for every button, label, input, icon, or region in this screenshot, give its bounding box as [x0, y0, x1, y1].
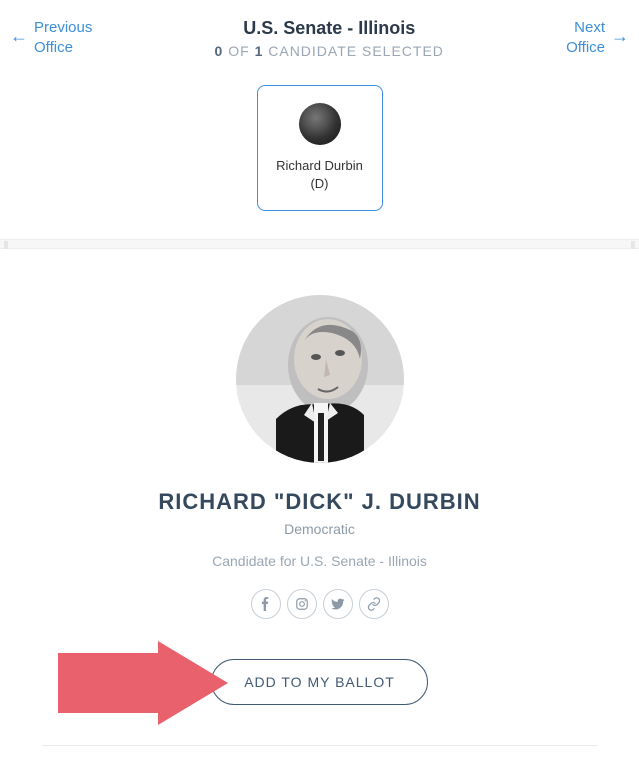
horizontal-scroll-bar[interactable]: [0, 239, 639, 249]
link-icon[interactable]: [359, 589, 389, 619]
profile-role: Candidate for U.S. Senate - Illinois: [20, 553, 619, 569]
previous-office-label: Previous Office: [34, 18, 92, 59]
annotation-arrow-icon: [58, 641, 228, 725]
candidate-card[interactable]: Richard Durbin (D): [257, 85, 383, 211]
selected-label: CANDIDATE SELECTED: [268, 43, 444, 59]
ballot-button-row: ADD TO MY BALLOT: [20, 659, 619, 705]
arrow-right-icon: →: [611, 18, 629, 48]
total-count: 1: [255, 43, 264, 59]
twitter-icon[interactable]: [323, 589, 353, 619]
profile-avatar: [236, 295, 404, 463]
candidate-card-row: Richard Durbin (D): [0, 75, 639, 239]
office-title: U.S. Senate - Illinois: [92, 18, 566, 39]
avatar-image-icon: [236, 295, 404, 463]
profile-party: Democratic: [20, 521, 619, 537]
selected-count: 0: [215, 43, 224, 59]
instagram-icon[interactable]: [287, 589, 317, 619]
candidate-card-avatar: [299, 103, 341, 145]
next-office-label: Next Office: [566, 18, 605, 59]
add-to-ballot-button[interactable]: ADD TO MY BALLOT: [211, 659, 428, 705]
profile-section: RICHARD "DICK" J. DURBIN Democratic Cand…: [0, 249, 639, 776]
office-header: ← Previous Office U.S. Senate - Illinois…: [0, 0, 639, 75]
candidate-card-name: Richard Durbin (D): [268, 157, 372, 192]
previous-office-link[interactable]: ← Previous Office: [10, 18, 92, 59]
arrow-left-icon: ←: [10, 18, 28, 48]
header-center: U.S. Senate - Illinois 0 OF 1 CANDIDATE …: [92, 18, 566, 59]
profile-name: RICHARD "DICK" J. DURBIN: [20, 489, 619, 515]
of-label: OF: [228, 43, 249, 59]
section-divider: [42, 745, 597, 746]
facebook-icon[interactable]: [251, 589, 281, 619]
selection-status: 0 OF 1 CANDIDATE SELECTED: [92, 43, 566, 59]
next-office-link[interactable]: Next Office →: [566, 18, 629, 59]
social-links-row: [20, 589, 619, 619]
